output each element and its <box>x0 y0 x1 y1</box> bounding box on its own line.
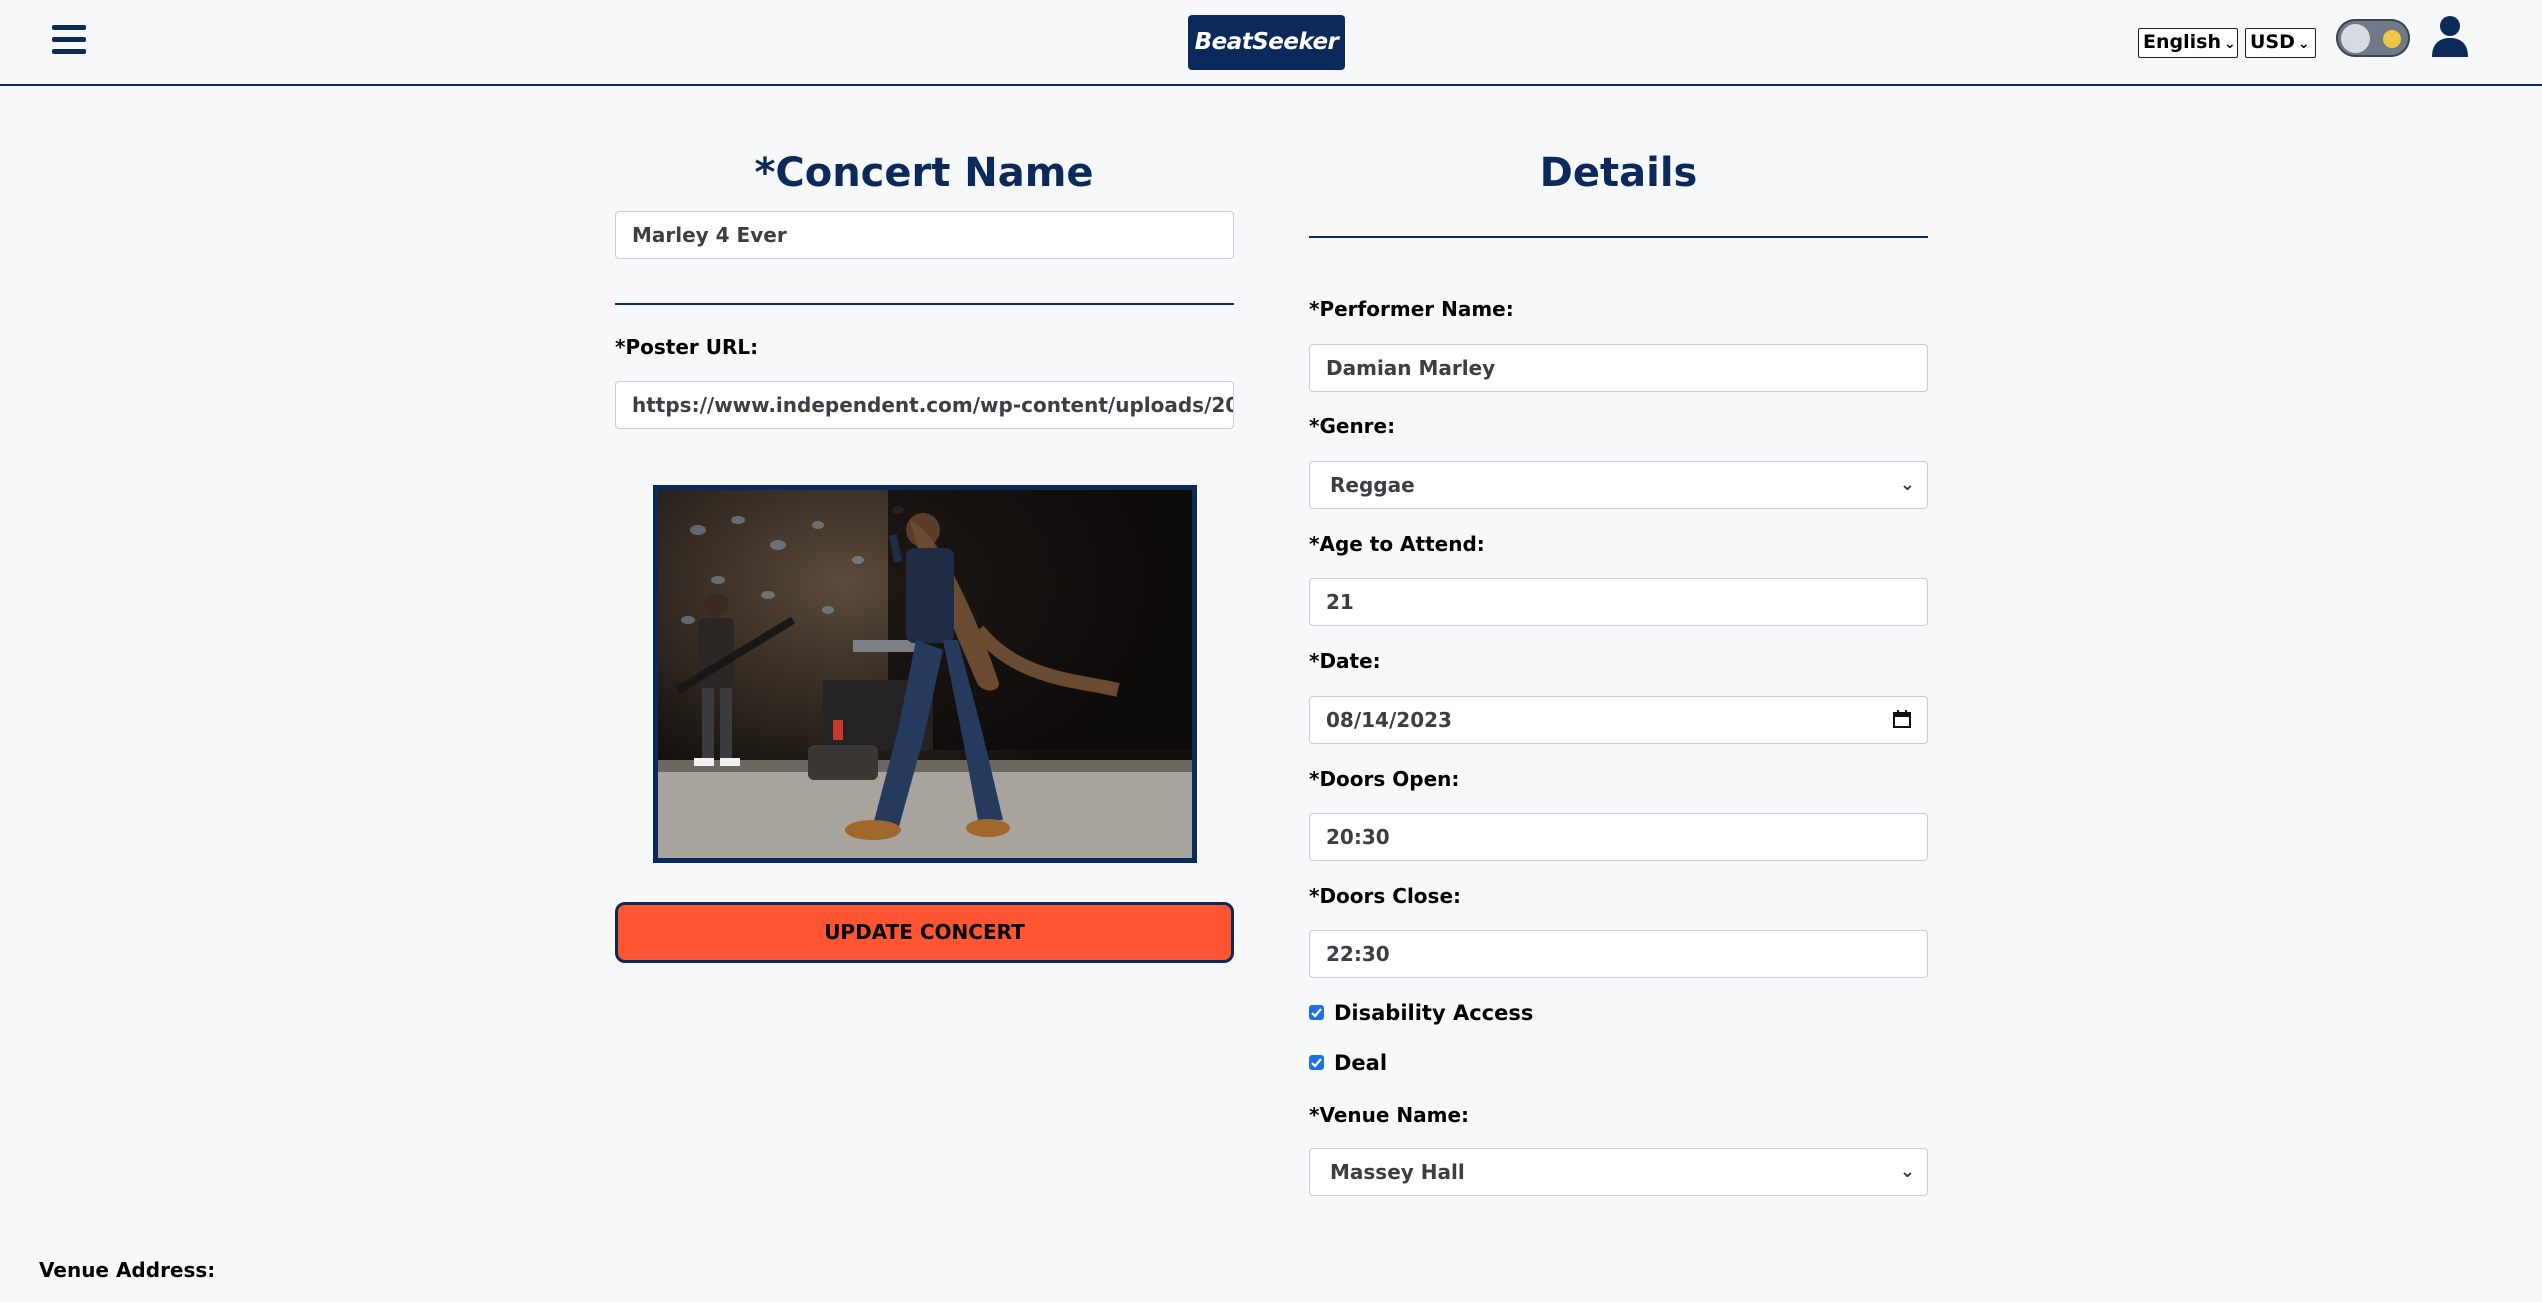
venue-name-label: *Venue Name: <box>1309 1103 1470 1127</box>
concert-name-input[interactable]: Marley 4 Ever <box>615 211 1234 259</box>
performer-name-input[interactable]: Damian Marley <box>1309 344 1928 392</box>
deal-checkbox[interactable] <box>1309 1055 1324 1070</box>
language-select[interactable]: English ⌄ <box>2138 28 2238 58</box>
update-concert-button[interactable]: UPDATE CONCERT <box>615 902 1234 963</box>
disability-access-label: Disability Access <box>1334 1001 1534 1025</box>
currency-select[interactable]: USD ⌄ <box>2245 28 2316 58</box>
hamburger-menu-icon[interactable] <box>52 25 86 55</box>
checkmark-icon <box>1311 1058 1322 1068</box>
doors-open-input[interactable]: 20:30 <box>1309 813 1928 861</box>
toggle-knob <box>2341 24 2370 53</box>
currency-value: USD <box>2250 31 2295 53</box>
venue-value: Massey Hall <box>1330 1160 1465 1184</box>
concert-poster-image <box>653 485 1197 863</box>
section-divider <box>1309 236 1928 238</box>
checkmark-icon <box>1311 1008 1322 1018</box>
genre-value: Reggae <box>1330 473 1415 497</box>
calendar-icon[interactable] <box>1893 710 1911 728</box>
doors-close-input[interactable]: 22:30 <box>1309 930 1928 978</box>
poster-url-input[interactable]: https://www.independent.com/wp-content/u… <box>615 381 1234 429</box>
disability-access-checkbox[interactable] <box>1309 1005 1324 1020</box>
section-divider <box>615 303 1234 305</box>
performer-name-label: *Performer Name: <box>1309 297 1514 321</box>
genre-label: *Genre: <box>1309 414 1396 438</box>
poster-url-label: *Poster URL: <box>615 335 759 359</box>
chevron-down-icon: ⌄ <box>1899 1161 1915 1182</box>
language-value: English <box>2143 31 2221 53</box>
venue-address-label: Venue Address: <box>39 1258 216 1282</box>
user-profile-icon[interactable] <box>2430 15 2470 57</box>
details-heading: Details <box>1539 150 1698 196</box>
age-to-attend-label: *Age to Attend: <box>1309 532 1485 556</box>
venue-name-select[interactable]: Massey Hall ⌄ <box>1309 1148 1928 1196</box>
chevron-down-icon: ⌄ <box>2223 36 2236 52</box>
age-to-attend-input[interactable]: 21 <box>1309 578 1928 626</box>
genre-select[interactable]: Reggae ⌄ <box>1309 461 1928 509</box>
chevron-down-icon: ⌄ <box>2297 36 2310 52</box>
concert-name-heading: *Concert Name <box>754 150 1094 196</box>
brand-logo[interactable]: BeatSeeker <box>1188 15 1345 70</box>
date-input[interactable]: 08/14/2023 <box>1309 696 1928 744</box>
chevron-down-icon: ⌄ <box>1899 474 1915 495</box>
doors-close-label: *Doors Close: <box>1309 884 1462 908</box>
deal-label: Deal <box>1334 1051 1388 1075</box>
sun-icon <box>2383 30 2401 48</box>
date-label: *Date: <box>1309 649 1381 673</box>
concert-photo-graphic <box>658 490 1192 858</box>
top-nav: BeatSeeker English ⌄ USD ⌄ <box>0 0 2542 86</box>
doors-open-label: *Doors Open: <box>1309 767 1460 791</box>
date-value: 08/14/2023 <box>1326 708 1452 732</box>
theme-toggle[interactable] <box>2336 19 2410 57</box>
